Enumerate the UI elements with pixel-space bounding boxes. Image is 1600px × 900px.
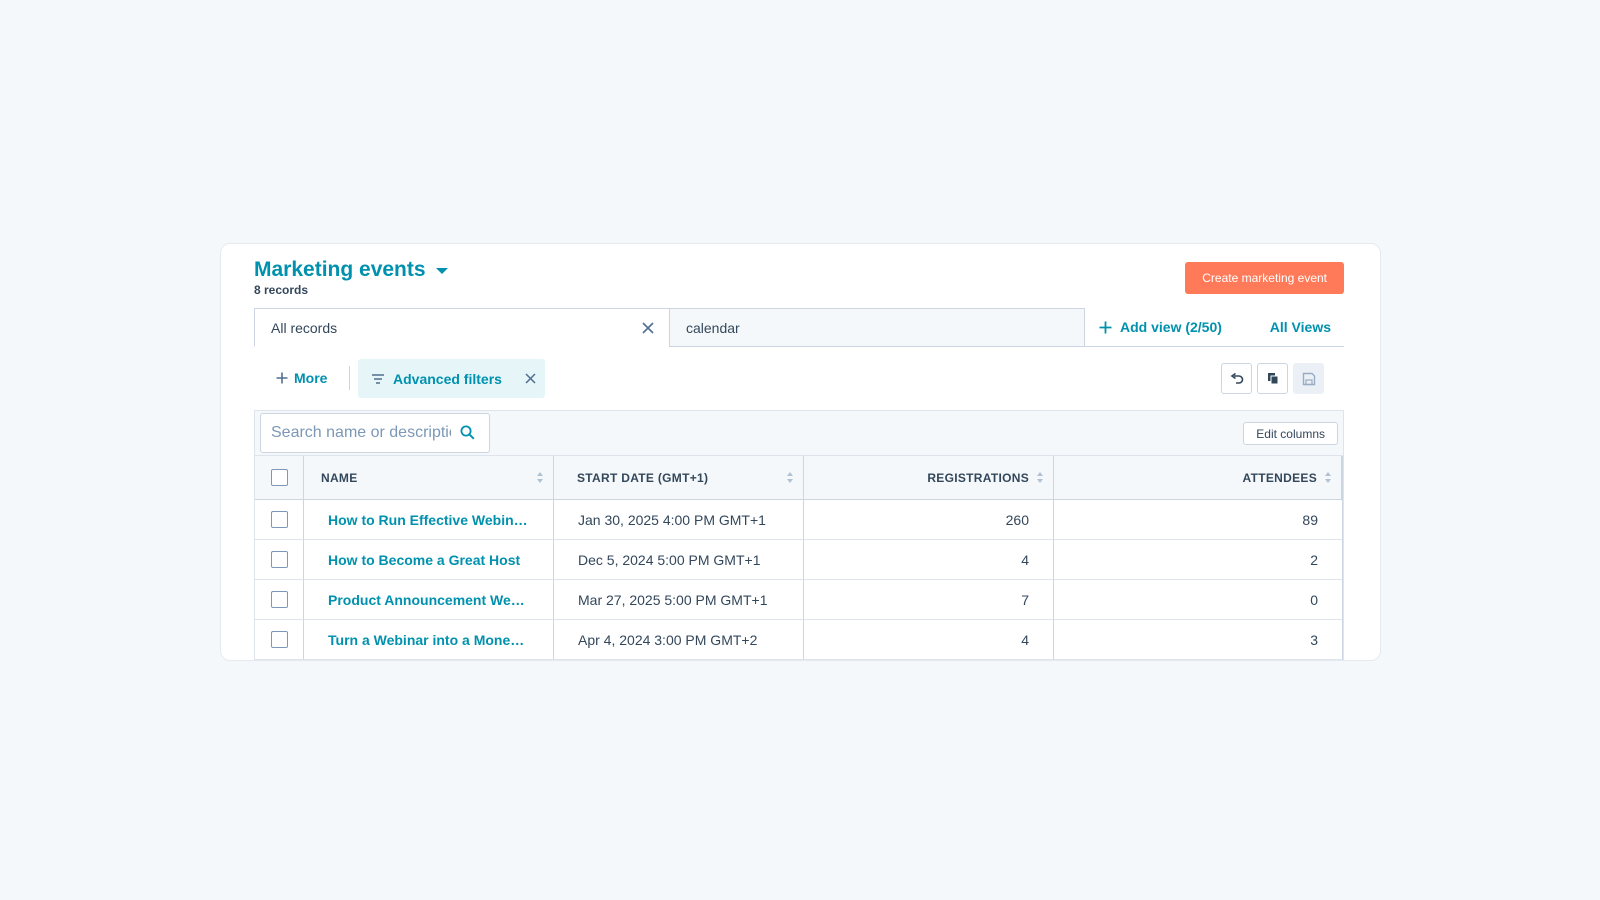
- start-date-cell: Apr 4, 2024 3:00 PM GMT+2: [554, 620, 804, 660]
- attendees-cell: 89: [1054, 500, 1343, 540]
- close-icon[interactable]: [641, 321, 655, 335]
- registrations-cell: 4: [804, 620, 1054, 660]
- registrations-cell: 7: [804, 580, 1054, 620]
- add-view-button[interactable]: Add view (2/50): [1099, 319, 1222, 335]
- row-checkbox[interactable]: [270, 631, 288, 648]
- search-input[interactable]: [269, 414, 453, 452]
- record-count: 8 records: [254, 283, 309, 297]
- table-row: Product Announcement Webinar Mar 27, 202…: [255, 580, 1343, 620]
- event-name: Turn a Webinar into a Money Maker: [328, 631, 528, 648]
- sort-icon[interactable]: [1325, 471, 1331, 484]
- table-header: NAME START DATE (GMT+1) REGISTRATIONS AT…: [255, 456, 1343, 500]
- column-header-label: START DATE (GMT+1): [577, 470, 709, 485]
- table-row: Turn a Webinar into a Money Maker Apr 4,…: [255, 620, 1343, 660]
- tab-all-records[interactable]: All records: [254, 308, 670, 347]
- column-header-attendees[interactable]: ATTENDEES: [1054, 456, 1343, 500]
- sort-icon[interactable]: [787, 471, 793, 484]
- column-header-label: REGISTRATIONS: [927, 470, 1029, 485]
- start-date-cell: Dec 5, 2024 5:00 PM GMT+1: [554, 540, 804, 580]
- title-row: Marketing events: [254, 258, 448, 282]
- event-name-link[interactable]: How to Run Effective Webinars: [304, 500, 554, 540]
- more-filters-button[interactable]: More: [276, 370, 327, 386]
- select-all-checkbox[interactable]: [270, 469, 288, 486]
- column-header-start-date[interactable]: START DATE (GMT+1): [554, 456, 804, 500]
- row-select-cell: [255, 540, 304, 580]
- chevron-down-icon[interactable]: [435, 268, 448, 274]
- clone-view-button[interactable]: [1257, 363, 1288, 394]
- create-marketing-event-button[interactable]: Create marketing event: [1185, 262, 1344, 294]
- sort-icon[interactable]: [537, 471, 543, 484]
- advanced-filters-button[interactable]: Advanced filters: [358, 359, 545, 398]
- sort-icon[interactable]: [1037, 471, 1043, 484]
- plus-icon: [276, 372, 288, 384]
- row-checkbox[interactable]: [270, 511, 288, 528]
- filter-icon: [372, 373, 384, 384]
- more-label: More: [294, 370, 328, 386]
- records-table: Edit columns NAME START DATE (GMT+1) REG…: [254, 410, 1344, 660]
- attendees-cell: 0: [1054, 580, 1343, 620]
- table-row: How to Run Effective Webinars Jan 30, 20…: [255, 500, 1343, 540]
- tabs-divider: [1085, 346, 1344, 347]
- event-name: How to Run Effective Webinars: [328, 511, 528, 528]
- plus-icon: [1099, 321, 1112, 333]
- event-name-link[interactable]: Turn a Webinar into a Money Maker: [304, 620, 554, 660]
- undo-button[interactable]: [1221, 363, 1252, 394]
- column-header-name[interactable]: NAME: [304, 456, 554, 500]
- attendees-cell: 3: [1054, 620, 1343, 660]
- save-icon: [1302, 372, 1315, 385]
- table-row: How to Become a Great Host Dec 5, 2024 5…: [255, 540, 1343, 580]
- select-all-cell: [255, 456, 304, 500]
- event-name: How to Become a Great Host: [328, 551, 521, 568]
- column-header-label: NAME: [321, 470, 358, 485]
- marketing-events-card: Marketing events 8 records Create market…: [220, 243, 1381, 661]
- event-name-link[interactable]: Product Announcement Webinar: [304, 580, 554, 620]
- tab-calendar[interactable]: calendar: [669, 308, 1085, 347]
- registrations-cell: 4: [804, 540, 1054, 580]
- edit-columns-button[interactable]: Edit columns: [1243, 422, 1338, 445]
- row-select-cell: [255, 500, 304, 540]
- close-icon[interactable]: [524, 372, 537, 385]
- divider: [349, 366, 350, 390]
- row-checkbox[interactable]: [270, 551, 288, 568]
- attendees-cell: 2: [1054, 540, 1343, 580]
- event-name-link[interactable]: How to Become a Great Host: [304, 540, 554, 580]
- column-header-registrations[interactable]: REGISTRATIONS: [804, 456, 1054, 500]
- table-toolbar: Edit columns: [255, 411, 1343, 456]
- row-checkbox[interactable]: [270, 591, 288, 608]
- advanced-filters-label: Advanced filters: [393, 370, 502, 387]
- registrations-cell: 260: [804, 500, 1054, 540]
- row-select-cell: [255, 620, 304, 660]
- all-views-link[interactable]: All Views: [1270, 319, 1331, 335]
- tab-label: All records: [271, 319, 338, 336]
- tab-label: calendar: [686, 319, 740, 336]
- page-title[interactable]: Marketing events: [254, 258, 426, 282]
- event-name: Product Announcement Webinar: [328, 591, 528, 608]
- start-date-cell: Mar 27, 2025 5:00 PM GMT+1: [554, 580, 804, 620]
- column-header-label: ATTENDEES: [1242, 470, 1317, 485]
- row-select-cell: [255, 580, 304, 620]
- copy-icon: [1267, 373, 1278, 385]
- start-date-cell: Jan 30, 2025 4:00 PM GMT+1: [554, 500, 804, 540]
- save-view-button[interactable]: [1293, 363, 1324, 394]
- undo-icon: [1230, 372, 1243, 384]
- search-icon[interactable]: [460, 425, 475, 440]
- add-view-label: Add view (2/50): [1120, 319, 1222, 335]
- search-box: [260, 413, 490, 453]
